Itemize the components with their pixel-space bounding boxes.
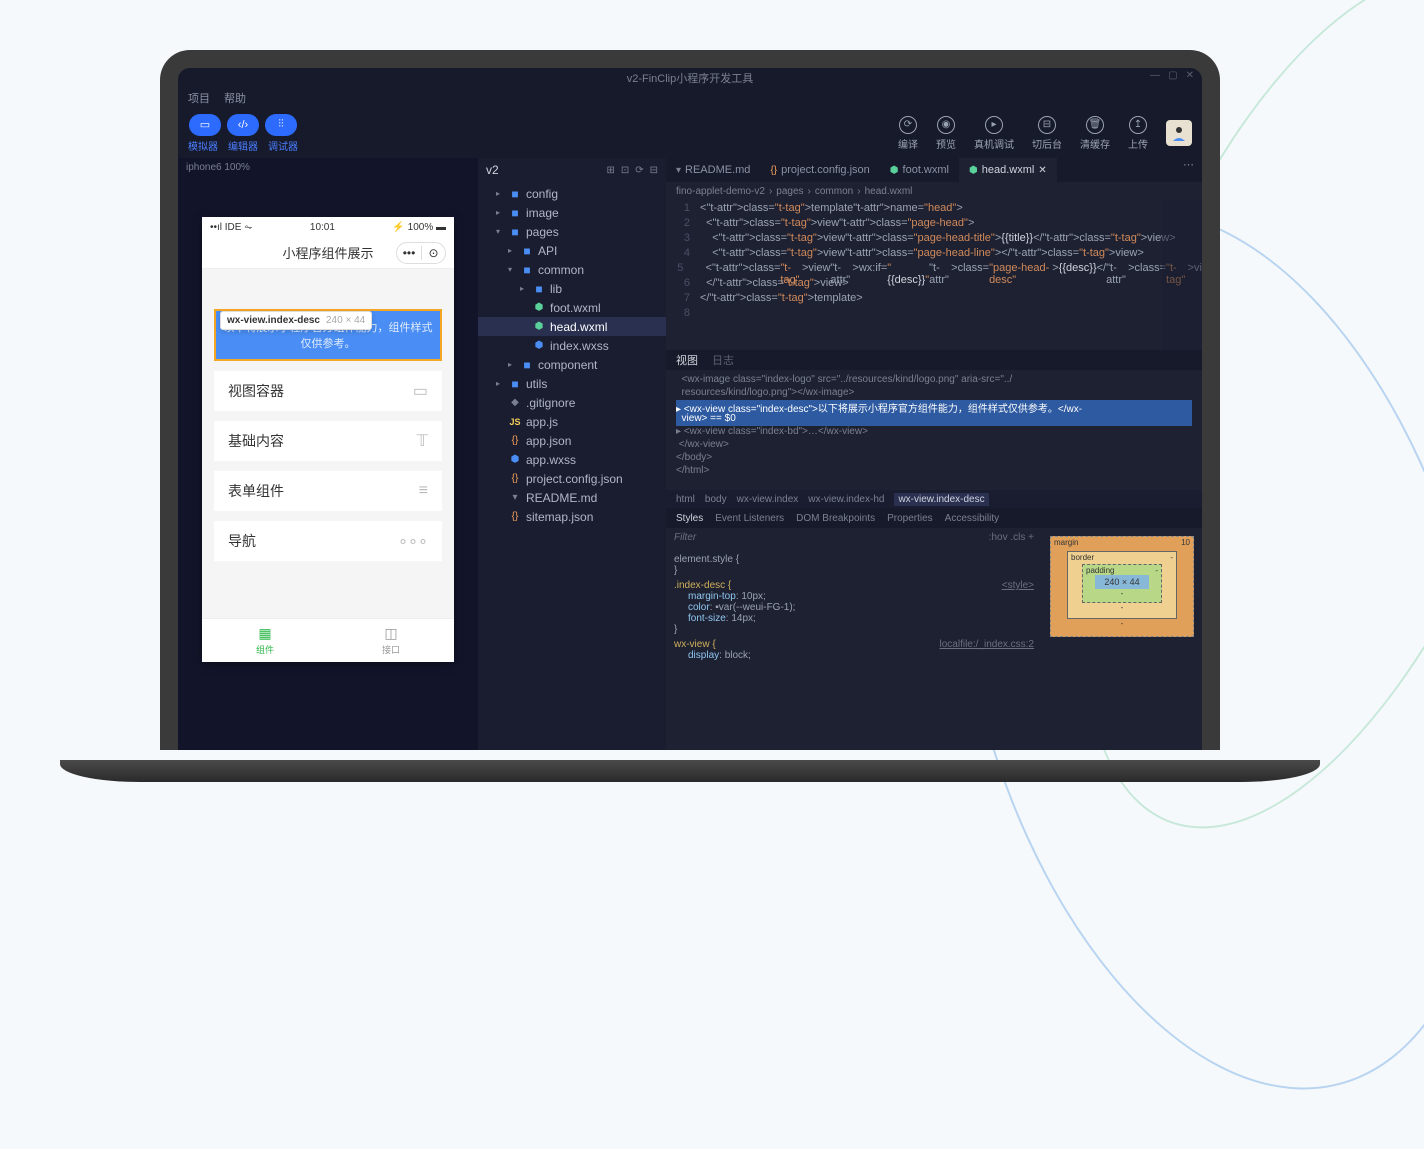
tree-node[interactable]: ⬢head.wxml — [478, 317, 666, 336]
tree-node[interactable]: ▸■API — [478, 241, 666, 260]
editor-tabs: ▾README.md{}project.config.json⬢foot.wxm… — [666, 158, 1202, 182]
tab-components[interactable]: ▦组件 — [202, 619, 328, 662]
list-item[interactable]: 导航∘∘∘ — [214, 521, 442, 561]
editor-tab[interactable]: ▾README.md — [666, 158, 760, 182]
nav-title: 小程序组件展示 — [282, 243, 373, 262]
phone-tabbar: ▦组件 ◫接口 — [202, 618, 454, 662]
tab-styles[interactable]: Styles — [676, 513, 703, 524]
tab-elements[interactable]: 视图 — [676, 352, 698, 368]
background-button[interactable]: ⊟切后台 — [1032, 116, 1062, 151]
tree-node[interactable]: ▸■lib — [478, 279, 666, 298]
tree-node[interactable]: ▾README.md — [478, 488, 666, 507]
tree-node[interactable]: ▸■component — [478, 355, 666, 374]
minimap[interactable] — [1162, 200, 1202, 350]
tree-node[interactable]: JSapp.js — [478, 412, 666, 431]
menubar: 项目 帮助 — [178, 88, 1202, 108]
code-editor[interactable]: 1<"t-attr">class="t-tag">template "t-att… — [666, 200, 1202, 350]
project-root[interactable]: v2 — [486, 163, 499, 177]
editor-tab[interactable]: {}project.config.json — [760, 158, 879, 182]
upload-button[interactable]: ↥上传 — [1128, 116, 1148, 151]
styles-pane[interactable]: Filter:hov .cls + element.style {} <styl… — [666, 528, 1042, 750]
editor-tab[interactable]: ⬢head.wxml✕ — [959, 158, 1057, 182]
preview-button[interactable]: ◉预览 — [936, 116, 956, 151]
window-controls[interactable]: —▢✕ — [1150, 70, 1194, 81]
box-model[interactable]: margin10 border- padding- 240 × 44 - - - — [1042, 528, 1202, 750]
phone-navbar: 小程序组件展示 •••⊙ — [202, 237, 454, 269]
editor-tab[interactable]: ⬢foot.wxml — [880, 158, 959, 182]
compile-button[interactable]: ⟳编译 — [898, 116, 918, 151]
tree-node[interactable]: ▸■config — [478, 184, 666, 203]
tree-node[interactable]: ▾■pages — [478, 222, 666, 241]
phone-statusbar: ••ıl IDE ⏦ 10:01 ⚡ 100% ▬ — [202, 217, 454, 237]
hov-cls[interactable]: :hov .cls + — [989, 532, 1034, 550]
list-item[interactable]: 基础内容𝕋 — [214, 421, 442, 461]
tree-node[interactable]: ⬢app.wxss — [478, 450, 666, 469]
menu-project[interactable]: 项目 — [188, 90, 210, 106]
label-simulator: 模拟器 — [188, 138, 218, 153]
remote-debug-button[interactable]: ▸真机调试 — [974, 116, 1014, 151]
editor-panel: ▾README.md{}project.config.json⬢foot.wxm… — [666, 158, 1202, 750]
menu-help[interactable]: 帮助 — [224, 90, 246, 106]
dom-tree[interactable]: <wx-image class="index-logo" src="../res… — [666, 370, 1202, 490]
devtools-tabs: 视图 日志 — [666, 350, 1202, 370]
laptop-frame: v2-FinClip小程序开发工具 —▢✕ 项目 帮助 ▭ ‹/› ⫶⫶ 模拟器… — [160, 50, 1220, 770]
tree-node[interactable]: ▸■utils — [478, 374, 666, 393]
tree-node[interactable]: {}sitemap.json — [478, 507, 666, 526]
avatar[interactable] — [1166, 120, 1192, 146]
tab-console[interactable]: 日志 — [712, 352, 734, 368]
debugger-toggle[interactable]: ⫶⫶ — [265, 114, 297, 136]
titlebar: v2-FinClip小程序开发工具 —▢✕ — [178, 68, 1202, 88]
more-tabs[interactable]: ⋯ — [1175, 158, 1202, 182]
ide-window: v2-FinClip小程序开发工具 —▢✕ 项目 帮助 ▭ ‹/› ⫶⫶ 模拟器… — [178, 68, 1202, 750]
toolbar: ▭ ‹/› ⫶⫶ 模拟器 编辑器 调试器 ⟳编译 ◉预览 ▸真机调试 ⊟切后台 — [178, 108, 1202, 158]
tree-node[interactable]: ⬢foot.wxml — [478, 298, 666, 317]
styles-filter[interactable]: Filter — [674, 532, 696, 550]
tree-node[interactable]: ◆.gitignore — [478, 393, 666, 412]
tree-node[interactable]: ⬢index.wxss — [478, 336, 666, 355]
tree-node[interactable]: ▾■common — [478, 260, 666, 279]
list-item[interactable]: 视图容器▭ — [214, 371, 442, 411]
simulator-toggle[interactable]: ▭ — [189, 114, 221, 136]
tree-node[interactable]: {}project.config.json — [478, 469, 666, 488]
inspector-tooltip: wx-view.index-desc240 × 44 — [220, 311, 372, 330]
editor-toggle[interactable]: ‹/› — [227, 114, 259, 136]
explorer-actions[interactable]: ⊞⊡⟳⊟ — [606, 165, 658, 176]
window-title: v2-FinClip小程序开发工具 — [627, 70, 754, 86]
phone-simulator[interactable]: ••ıl IDE ⏦ 10:01 ⚡ 100% ▬ 小程序组件展示 •••⊙ w… — [202, 217, 454, 662]
styles-tabs: Styles Event Listeners DOM Breakpoints P… — [666, 508, 1202, 528]
list-item[interactable]: 表单组件≡ — [214, 471, 442, 511]
device-info: iphone6 100% — [178, 158, 478, 177]
simulator-panel: iphone6 100% ••ıl IDE ⏦ 10:01 ⚡ 100% ▬ 小… — [178, 158, 478, 750]
label-debugger: 调试器 — [268, 138, 298, 153]
tree-node[interactable]: ▸■image — [478, 203, 666, 222]
label-editor: 编辑器 — [228, 138, 258, 153]
capsule-button[interactable]: •••⊙ — [396, 242, 446, 264]
tab-api[interactable]: ◫接口 — [328, 619, 454, 662]
clear-cache-button[interactable]: 🗑清缓存 — [1080, 116, 1110, 151]
camera-dot — [687, 56, 693, 62]
file-explorer: v2 ⊞⊡⟳⊟ ▸■config▸■image▾■pages▸■API▾■com… — [478, 158, 666, 750]
dom-breadcrumb[interactable]: htmlbodywx-view.indexwx-view.index-hdwx-… — [666, 490, 1202, 508]
tree-node[interactable]: {}app.json — [478, 431, 666, 450]
laptop-base — [60, 760, 1320, 782]
breadcrumbs[interactable]: fino-applet-demo-v2 › pages › common › h… — [666, 182, 1202, 200]
